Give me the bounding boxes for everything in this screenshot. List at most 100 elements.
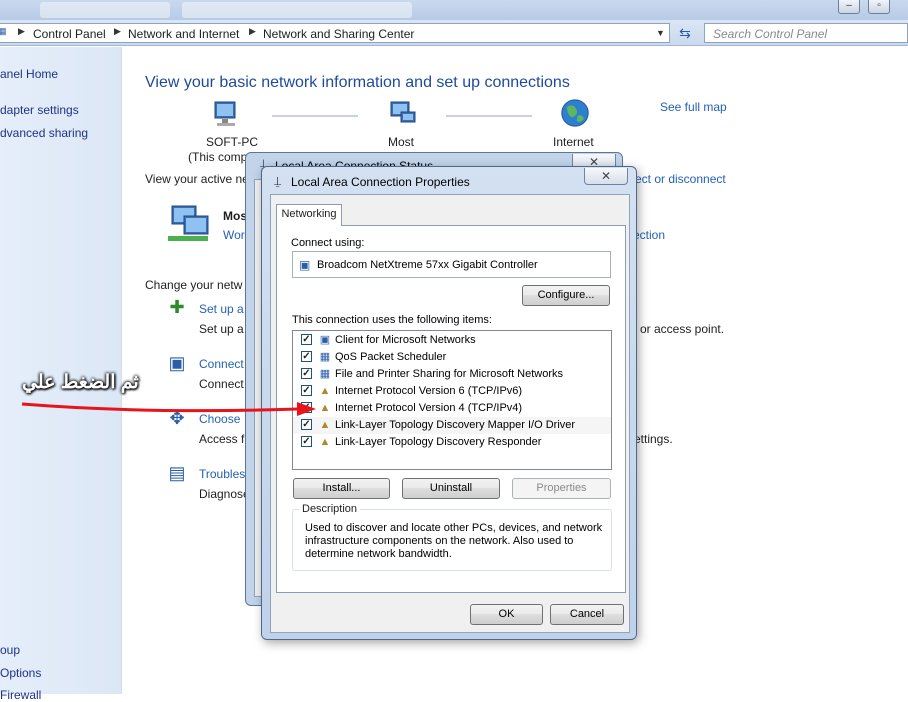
homegroup-link[interactable]: oup [0,643,20,657]
connection-icon: ⍊ [274,174,282,188]
item-checkbox[interactable]: ✓ [301,419,312,430]
setup-connection-link[interactable]: Set up a [199,302,244,316]
item-checkbox[interactable]: ✓ [301,351,312,362]
setup-connection-icon: ✚ [169,297,185,317]
connect-network-desc: Connect [199,377,244,391]
item-label: Link-Layer Topology Discovery Mapper I/O… [335,419,576,431]
control-panel-home-link[interactable]: anel Home [0,67,58,81]
connection-items-list[interactable]: ✓ ▣ Client for Microsoft Networks ✓ ▦ Qo… [292,330,612,470]
troubleshoot-desc: Diagnose [199,487,250,501]
breadcrumb-network-sharing[interactable]: Network and Sharing Center [263,27,414,41]
chevron-down-icon[interactable]: ▼ [656,28,665,38]
protocol-icon: ▲ [319,385,331,397]
properties-button[interactable]: Properties [512,478,611,499]
node-computer-sublabel: (This comp [188,150,248,164]
node-computer-label: SOFT-PC [206,135,259,149]
refresh-icon[interactable]: ⇆ [673,23,697,43]
search-placeholder: Search Control Panel [713,27,828,41]
chevron-right-icon[interactable]: ▶ [18,26,25,37]
background-tab-ghost [182,2,412,18]
chevron-right-icon[interactable]: ▶ [249,26,256,37]
dialog-body: Networking Connect using: ▣ Broadcom Net… [270,194,630,633]
configure-button[interactable]: Configure... [522,285,610,306]
connect-network-link[interactable]: Connect [199,357,244,371]
change-settings-heading: Change your netw [145,278,243,292]
choose-homegroup-link[interactable]: Choose [199,412,240,426]
minimize-button[interactable]: – [838,0,860,14]
list-item[interactable]: ✓ ▲ Link-Layer Topology Discovery Mapper… [293,417,611,434]
list-item[interactable]: ✓ ▲ Link-Layer Topology Discovery Respon… [293,434,611,451]
advanced-sharing-link[interactable]: dvanced sharing [0,126,88,140]
item-label: Internet Protocol Version 4 (TCP/IPv4) [335,402,523,414]
maximize-button[interactable]: ▫ [868,0,890,14]
troubleshoot-link[interactable]: Troubles [199,467,245,481]
connection-line [272,115,358,117]
local-area-connection-properties-dialog: ⍊ Local Area Connection Properties ✕ Net… [261,166,637,640]
computer-icon [214,101,236,126]
network-adapter-icon: ▣ [299,258,311,272]
breadcrumb-network-internet[interactable]: Network and Internet [128,27,239,41]
protocol-icon: ▲ [319,402,331,414]
item-checkbox[interactable]: ✓ [301,402,312,413]
protocol-icon: ▲ [319,436,331,448]
adapter-name: Broadcom NetXtreme 57xx Gigabit Controll… [317,259,538,271]
globe-icon [561,99,589,127]
network-service-icon: ▦ [319,368,331,380]
cancel-button[interactable]: Cancel [550,604,624,625]
network-icon [390,101,416,123]
breadcrumb-control-panel[interactable]: Control Panel [33,27,106,41]
list-item[interactable]: ✓ ▦ QoS Packet Scheduler [293,349,611,366]
node-internet-label: Internet [553,135,594,149]
change-adapter-settings-link[interactable]: dapter settings [0,103,79,117]
page-title: View your basic network information and … [145,74,570,91]
item-label: Link-Layer Topology Discovery Responder [335,436,542,448]
window-title-strip: – ▫ [0,0,908,20]
internet-options-link[interactable]: Options [0,666,41,680]
connection-link[interactable]: ection [633,228,665,242]
troubleshoot-icon: ▤ [168,463,186,483]
homegroup-icon: ✥ [169,408,185,428]
choose-homegroup-desc-tail: ettings. [634,432,673,446]
setup-connection-desc-tail: or access point. [640,322,725,336]
item-checkbox[interactable]: ✓ [301,385,312,396]
adapter-field: ▣ Broadcom NetXtreme 57xx Gigabit Contro… [292,251,611,278]
connection-line [446,115,532,117]
breadcrumb[interactable]: ▦ ▶ Control Panel ▶ Network and Internet… [0,23,670,43]
list-item[interactable]: ✓ ▦ File and Printer Sharing for Microso… [293,366,611,383]
networking-tab-panel: Connect using: ▣ Broadcom NetXtreme 57xx… [276,225,626,593]
install-button[interactable]: Install... [293,478,390,499]
items-label: This connection uses the following items… [292,314,492,326]
choose-homegroup-desc: Access fi [199,432,248,446]
close-button[interactable]: ✕ [584,168,628,185]
search-input[interactable]: Search Control Panel [704,23,908,43]
description-text: Used to discover and locate other PCs, d… [305,522,603,560]
item-label: QoS Packet Scheduler [335,351,447,363]
dialog-title: Local Area Connection Properties [291,175,470,189]
connect-using-label: Connect using: [291,237,365,249]
uninstall-button[interactable]: Uninstall [402,478,500,499]
list-item[interactable]: ✓ ▣ Client for Microsoft Networks [293,332,611,349]
node-network-label: Most [388,135,415,149]
network-client-icon: ▣ [319,334,331,346]
active-networks-heading: View your active ne [145,172,249,186]
connect-disconnect-link[interactable]: ect or disconnect [635,172,726,186]
item-checkbox[interactable]: ✓ [301,368,312,379]
tab-networking[interactable]: Networking [276,204,342,226]
setup-connection-desc: Set up a [199,322,244,336]
chevron-right-icon[interactable]: ▶ [114,26,121,37]
item-label: File and Printer Sharing for Microsoft N… [335,368,564,380]
network-type-link[interactable]: Wor [223,228,245,242]
list-item[interactable]: ✓ ▲ Internet Protocol Version 6 (TCP/IPv… [293,383,611,400]
address-bar: ▦ ▶ Control Panel ▶ Network and Internet… [0,20,908,46]
list-item[interactable]: ✓ ▲ Internet Protocol Version 4 (TCP/IPv… [293,400,611,417]
windows-firewall-link[interactable]: Firewall [0,688,41,702]
item-checkbox[interactable]: ✓ [301,436,312,447]
network-name: Mos [223,209,247,223]
background-tab-ghost [40,2,170,18]
connect-network-icon: ▣ [168,353,186,373]
network-service-icon: ▦ [319,351,331,363]
item-checkbox[interactable]: ✓ [301,334,312,345]
network-computers-icon [168,205,209,241]
see-full-map-link[interactable]: See full map [660,100,727,114]
ok-button[interactable]: OK [470,604,543,625]
